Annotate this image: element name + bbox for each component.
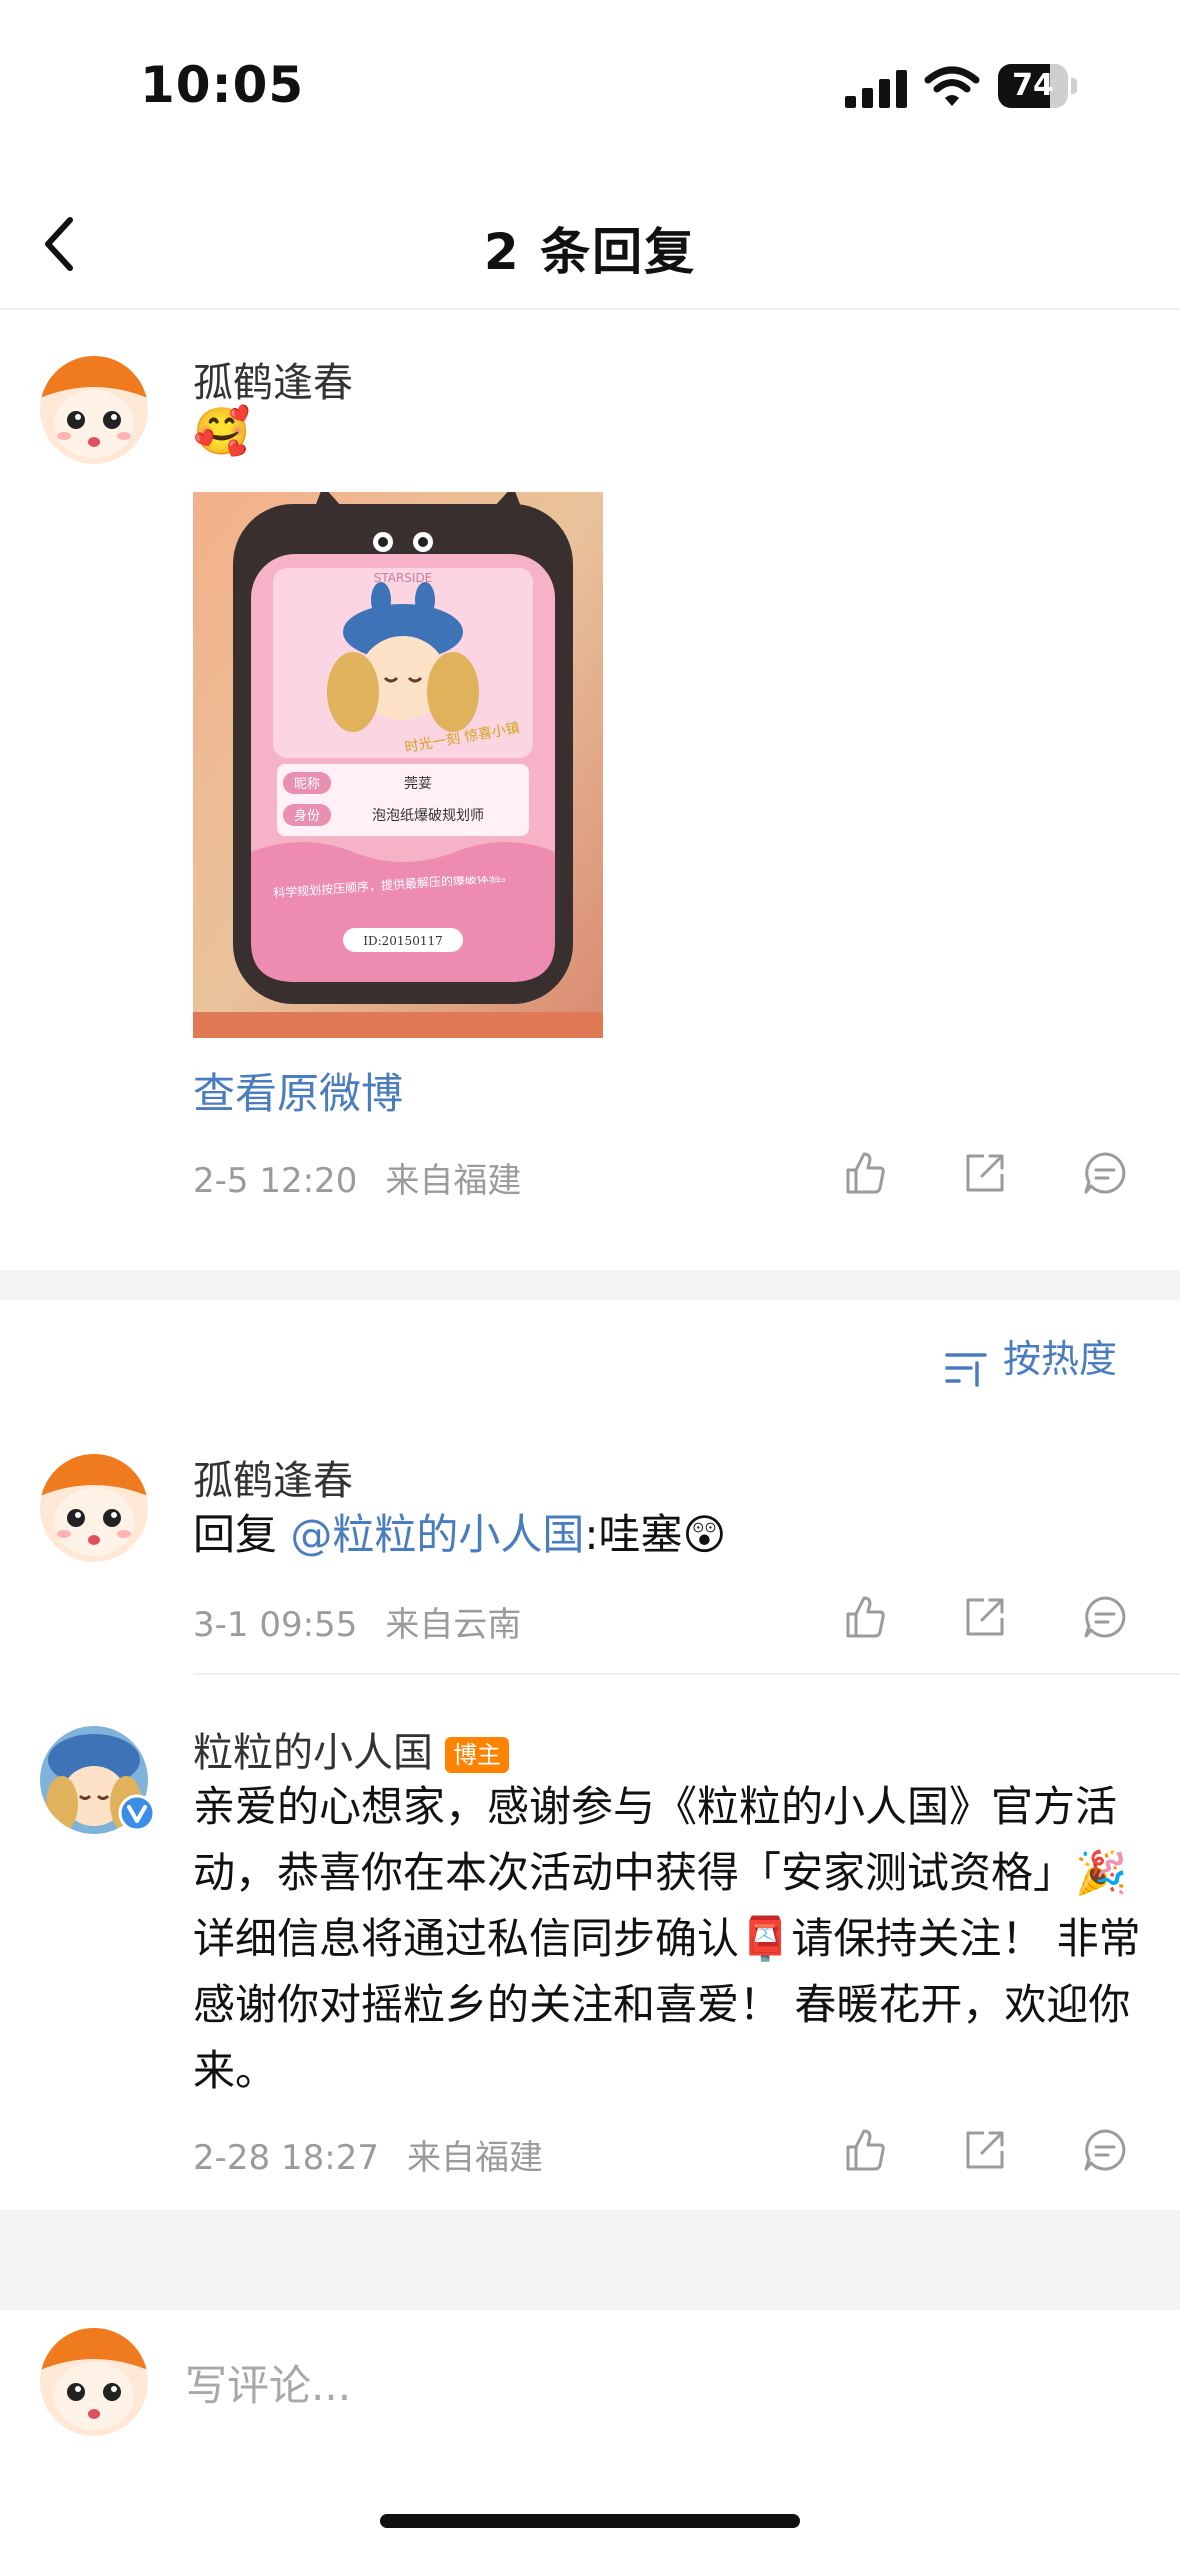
share-icon[interactable] [962, 2127, 1008, 2173]
comment-image[interactable]: STARSIDE 昵称 身份 莞荽 泡泡纸爆破规划师 时光一刻 惊喜小镇 科学规… [193, 492, 603, 1038]
reply-username[interactable]: 孤鹤逢春 [193, 1448, 353, 1506]
card-description: 科学规划按压顺序，提供最解压的爆破体验。 [273, 876, 514, 901]
view-original-link[interactable]: 查看原微博 [193, 1060, 403, 1121]
sort-toggle[interactable]: 按热度 [945, 1328, 1117, 1387]
like-icon[interactable] [842, 1150, 888, 1196]
card-name-value: 莞荽 [404, 776, 432, 792]
battery-level: 74 [1012, 68, 1054, 103]
reply-suffix: :哇塞 [584, 1510, 683, 1559]
cellular-signal-icon [845, 70, 907, 108]
mailbox-emoji: 📮 [739, 1914, 792, 1963]
comment-emoji: 🥰 [193, 404, 251, 458]
page-title: 2 条回复 [483, 223, 697, 281]
empty-area [0, 2210, 1180, 2310]
party-emoji: 🎉 [1075, 1848, 1128, 1897]
verified-icon [118, 1794, 156, 1832]
section-divider [0, 1270, 1180, 1300]
reply-prefix: 回复 [193, 1510, 278, 1559]
current-user-avatar [40, 2328, 148, 2436]
header-divider [0, 308, 1180, 310]
like-icon[interactable] [842, 2127, 888, 2173]
card-identity-value: 泡泡纸爆破规划师 [372, 808, 484, 824]
comment-location: 来自福建 [385, 1161, 522, 1201]
blogger-badge: 博主 [445, 1737, 509, 1773]
wifi-icon [924, 66, 980, 106]
comment-icon[interactable] [1082, 1594, 1128, 1640]
reply-time: 3-1 09:55 [193, 1605, 358, 1645]
reply-location: 来自福建 [406, 2138, 543, 2178]
comment-meta: 2-5 12:20 来自福建 [193, 1153, 521, 1202]
comment-icon[interactable] [1082, 1150, 1128, 1196]
comment-time: 2-5 12:20 [193, 1161, 358, 1201]
comment-icon[interactable] [1082, 2127, 1128, 2173]
card-id: ID:20150117 [363, 934, 442, 948]
like-icon[interactable] [842, 1594, 888, 1640]
home-indicator[interactable] [380, 2514, 800, 2528]
status-time: 10:05 [140, 56, 305, 114]
reply-meta: 2-28 18:27 来自福建 [193, 2130, 543, 2179]
sort-label: 按热度 [1003, 1337, 1118, 1381]
reply-text: 回复 @粒粒的小人国:哇塞😲 [193, 1502, 1143, 1568]
avatar[interactable] [40, 356, 148, 464]
reply-text-part1: 亲爱的心想家，感谢参与《粒粒的小人国》官方活动，恭喜你在本次活动中获得「安家测试… [193, 1782, 1118, 1897]
reply-time: 2-28 18:27 [193, 2138, 379, 2178]
row-divider [193, 1673, 1180, 1675]
reply-username-text[interactable]: 粒粒的小人国 [193, 1730, 433, 1776]
reply-meta: 3-1 09:55 来自云南 [193, 1597, 521, 1646]
reply-text-part2: 详细信息将通过私信同步确认 [193, 1914, 740, 1963]
reply-emoji: 😲 [682, 1510, 727, 1559]
reply-location: 来自云南 [385, 1605, 522, 1645]
card-identity-label: 身份 [294, 808, 320, 824]
battery-icon: 74 [998, 64, 1078, 108]
mention-link[interactable]: @粒粒的小人国 [290, 1510, 584, 1559]
comment-input[interactable]: 写评论... [185, 2352, 351, 2413]
comment-username[interactable]: 孤鹤逢春 [193, 350, 353, 408]
share-icon[interactable] [962, 1594, 1008, 1640]
reply-username[interactable]: 粒粒的小人国 博主 [193, 1720, 509, 1778]
reply-text: 亲爱的心想家，感谢参与《粒粒的小人国》官方活动，恭喜你在本次活动中获得「安家测试… [193, 1774, 1143, 2104]
share-icon[interactable] [962, 1150, 1008, 1196]
sort-icon [945, 1352, 987, 1387]
avatar[interactable] [40, 1454, 148, 1562]
card-name-label: 昵称 [294, 777, 320, 792]
